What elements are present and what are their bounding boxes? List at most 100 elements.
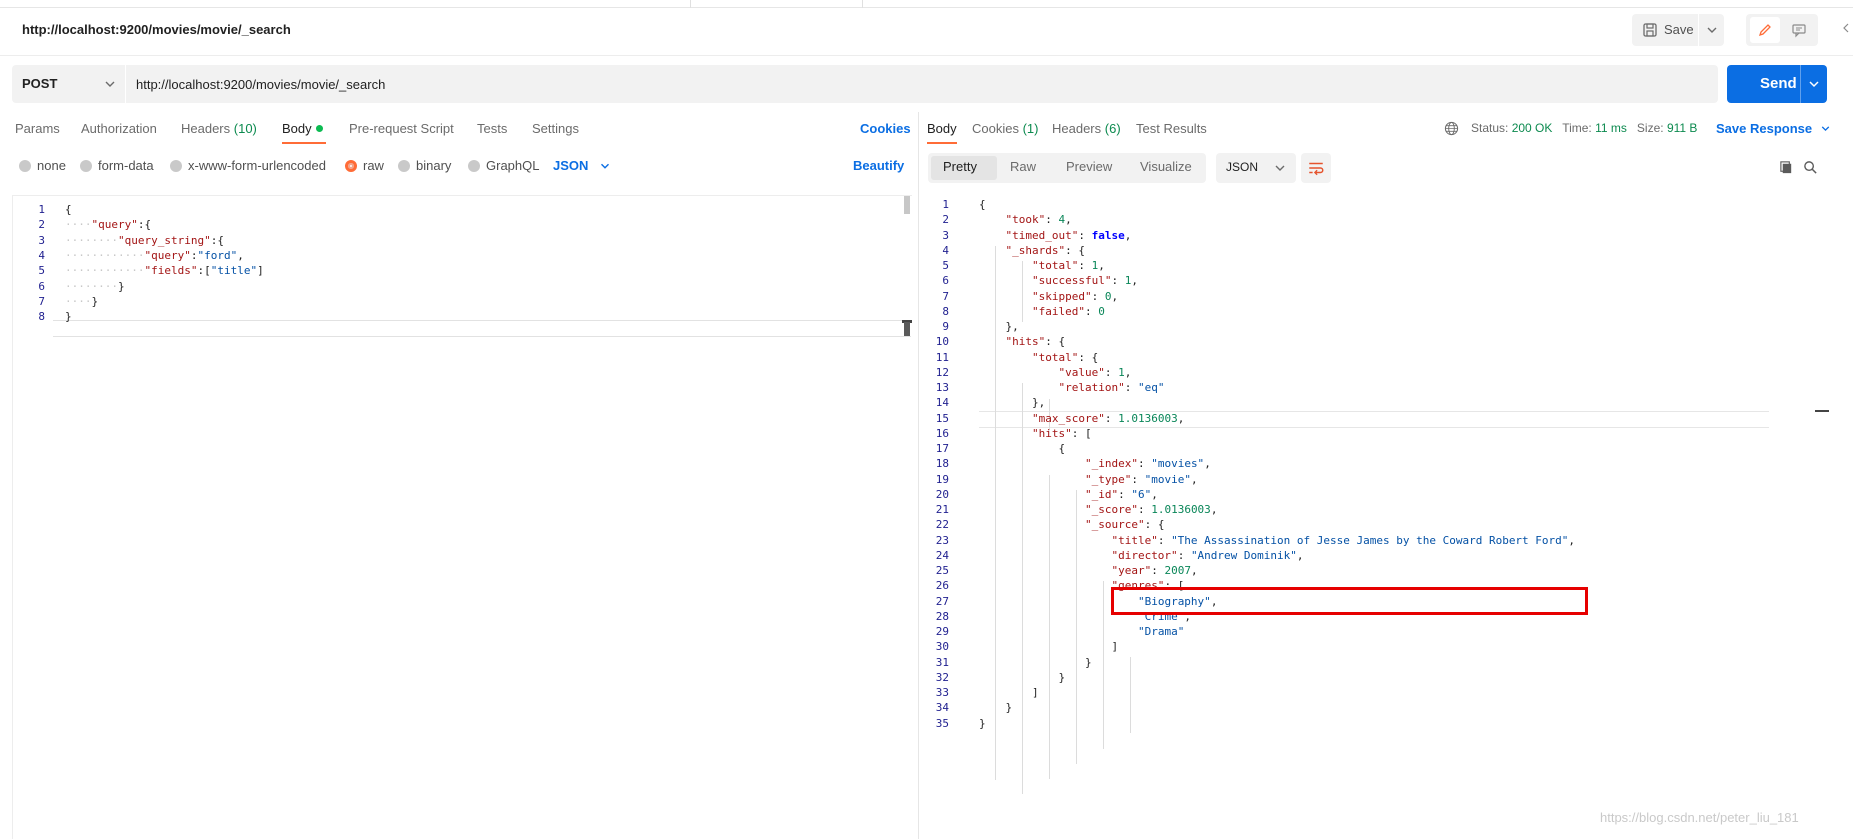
status-label: Status: [1471, 121, 1509, 135]
view-preview[interactable]: Preview [1066, 159, 1112, 174]
response-body-viewer[interactable]: 1{2 "took": 4, 3 "timed_out": false, 4 "_s… [919, 195, 1853, 839]
method-select[interactable]: POST [12, 65, 126, 103]
tab-response-headers[interactable]: Headers (6) [1052, 121, 1121, 136]
tab-body-label: Body [282, 121, 312, 136]
view-pretty[interactable]: Pretty [943, 159, 977, 174]
scroll-marker [904, 322, 910, 336]
tab-test-results[interactable]: Test Results [1136, 121, 1207, 136]
edit-mode-button[interactable] [1750, 17, 1780, 43]
line-number: 19 [935, 472, 949, 486]
radio-raw[interactable]: raw [345, 158, 384, 173]
globe-icon[interactable] [1444, 121, 1459, 136]
line-number: 35 [935, 716, 949, 730]
code-token: , [1296, 548, 1304, 562]
tab-response-body[interactable]: Body [927, 121, 957, 136]
save-icon [1643, 23, 1657, 37]
code-token: , [1204, 457, 1211, 471]
line-number: 25 [935, 564, 949, 577]
view-visualize[interactable]: Visualize [1140, 159, 1192, 174]
search-icon[interactable] [1803, 160, 1818, 175]
tab-response-cookies[interactable]: Cookies (1) [972, 121, 1038, 136]
send-label: Send [1760, 75, 1797, 92]
line-number: 7 [38, 294, 45, 308]
chevron-down-icon[interactable] [1806, 76, 1822, 92]
method-label: POST [22, 76, 58, 91]
code-token: ············ [65, 248, 145, 262]
chevron-down-icon [601, 163, 610, 169]
code-token: "hits" [1005, 335, 1046, 349]
tab-authorization[interactable]: Authorization [81, 121, 157, 136]
save-button[interactable]: Save [1632, 14, 1724, 46]
code-token: , [1177, 411, 1185, 425]
code-token: "hits" [1031, 426, 1072, 440]
save-response-button[interactable]: Save Response [1716, 121, 1832, 136]
beautify-button[interactable]: Beautify [853, 158, 904, 173]
radio-binary[interactable]: binary [398, 158, 451, 173]
tab-params[interactable]: Params [15, 121, 60, 136]
tab-tests[interactable]: Tests [477, 121, 507, 136]
code-token: false [1091, 228, 1125, 242]
code-token: , [1065, 213, 1072, 227]
request-body-editor[interactable]: 1{2 ····"query":{3 ········"query_string":… [12, 195, 912, 839]
wrap-lines-icon [1309, 162, 1324, 176]
radio-urlencoded[interactable]: x-www-form-urlencoded [170, 158, 326, 173]
code-token: "movies" [1151, 457, 1205, 471]
radio-urlencoded-label: x-www-form-urlencoded [188, 158, 326, 173]
code-token: "6" [1131, 487, 1152, 501]
tab-prerequest-script[interactable]: Pre-request Script [349, 121, 454, 136]
radio-dot-selected [345, 160, 357, 172]
language-select[interactable]: JSON [553, 158, 612, 173]
tab-headers-label: Headers [181, 121, 231, 136]
send-button[interactable]: Send [1727, 65, 1827, 103]
code-token: "total" [1031, 259, 1079, 272]
response-format-select[interactable]: JSON [1216, 153, 1296, 183]
line-number: 1 [942, 198, 949, 211]
code-token: , [1210, 503, 1218, 516]
pencil-icon [1758, 24, 1771, 37]
cookies-link[interactable]: Cookies [860, 121, 911, 136]
status-value[interactable]: 200 OK [1512, 121, 1553, 135]
radio-form-data[interactable]: form-data [80, 158, 154, 173]
radio-graphql[interactable]: GraphQL [468, 158, 539, 173]
time-value[interactable]: 11 ms [1595, 121, 1627, 135]
chevron-down-icon [1821, 126, 1829, 132]
line-number: 3 [942, 228, 949, 242]
line-number: 32 [935, 670, 949, 684]
url-input[interactable] [136, 65, 1696, 103]
line-number: 6 [942, 274, 949, 288]
code-token: "ford" [197, 248, 238, 262]
code-token: , [1124, 365, 1132, 379]
size-value[interactable]: 911 B [1667, 121, 1697, 135]
body-indicator-dot [315, 125, 323, 132]
current-line-highlight [53, 320, 911, 337]
tab-body[interactable]: Body [282, 121, 323, 136]
radio-none[interactable]: none [19, 158, 66, 173]
line-number: 23 [935, 533, 949, 547]
comment-mode-button[interactable] [1784, 17, 1814, 43]
chevron-down-icon[interactable] [1704, 22, 1720, 38]
line-number: 2 [38, 218, 45, 232]
request-title[interactable]: http://localhost:9200/movies/movie/_sear… [22, 22, 291, 37]
tab-headers[interactable]: Headers (10) [181, 121, 257, 136]
scrollbar-thumb[interactable] [904, 196, 910, 214]
code-token: , [1151, 487, 1158, 501]
code-token: } [979, 716, 986, 730]
view-raw[interactable]: Raw [1010, 159, 1036, 174]
wrap-lines-button[interactable] [1301, 153, 1331, 183]
line-number: 1 [38, 203, 45, 216]
code-token: : [1177, 548, 1191, 562]
chevron-left-icon[interactable] [1840, 20, 1853, 36]
tab-settings[interactable]: Settings [532, 121, 579, 136]
scroll-marker [1815, 410, 1829, 412]
line-number: 18 [935, 457, 949, 471]
code-token: "_shards" [1005, 243, 1066, 257]
copy-icon[interactable] [1779, 160, 1794, 175]
code-token: , [1568, 533, 1576, 547]
code-token: 1 [1118, 365, 1125, 379]
code-token: ········ [65, 233, 118, 247]
